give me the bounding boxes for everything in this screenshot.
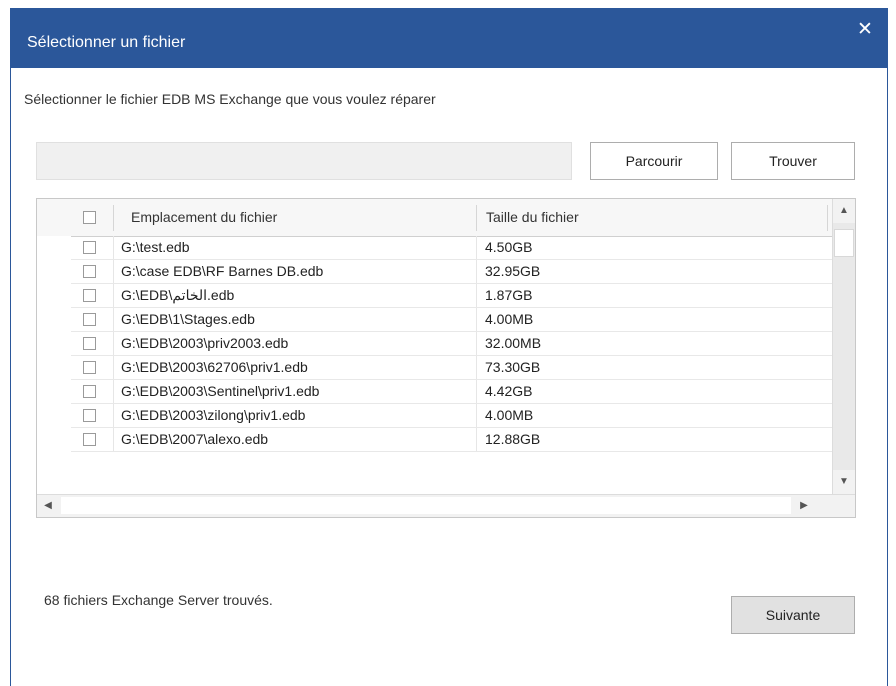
file-path-input[interactable] <box>36 142 572 180</box>
row-checkbox[interactable] <box>83 409 96 422</box>
row-checkbox[interactable] <box>83 289 96 302</box>
file-size-cell: 4.42GB <box>485 383 533 399</box>
row-checkbox[interactable] <box>83 433 96 446</box>
grid-header: Emplacement du fichier Taille du fichier <box>37 199 832 237</box>
file-size-cell: 32.00MB <box>485 335 542 351</box>
select-all-checkbox[interactable] <box>83 211 96 224</box>
title-bar: Sélectionner un fichier ✕ <box>11 8 887 68</box>
row-checkbox[interactable] <box>83 265 96 278</box>
file-path-cell: G:\test.edb <box>121 239 190 255</box>
row-checkbox[interactable] <box>83 313 96 326</box>
table-row[interactable]: G:\EDB\2003\zilong\priv1.edb 4.00MB <box>37 404 832 428</box>
column-divider <box>113 205 114 231</box>
file-size-cell: 4.50GB <box>485 239 533 255</box>
file-path-cell: G:\EDB\2007\alexo.edb <box>121 431 269 447</box>
table-row[interactable]: G:\EDB\2003\priv2003.edb 32.00MB <box>37 332 832 356</box>
table-row[interactable]: G:\EDB\2007\alexo.edb 12.88GB <box>37 428 832 452</box>
horizontal-scrollbar[interactable]: ◀ ▶ <box>37 494 855 517</box>
table-row[interactable]: G:\case EDB\RF Barnes DB.edb 32.95GB <box>37 260 832 284</box>
file-size-cell: 4.00MB <box>485 407 534 423</box>
next-button[interactable]: Suivante <box>731 596 855 634</box>
file-path-cell: G:\EDB\2003\62706\priv1.edb <box>121 359 308 375</box>
file-path-cell: G:\EDB\2003\Sentinel\priv1.edb <box>121 383 320 399</box>
column-divider <box>827 205 828 231</box>
file-size-cell: 4.00MB <box>485 311 534 327</box>
browse-button[interactable]: Parcourir <box>590 142 718 180</box>
close-icon[interactable]: ✕ <box>855 20 875 40</box>
scroll-down-icon[interactable]: ▼ <box>833 470 855 494</box>
scroll-left-icon[interactable]: ◀ <box>37 495 59 517</box>
table-row[interactable]: G:\EDB\1\Stages.edb 4.00MB <box>37 308 832 332</box>
file-size-cell: 1.87GB <box>485 287 533 303</box>
table-row[interactable]: G:\EDB\2003\62706\priv1.edb 73.30GB <box>37 356 832 380</box>
file-path-cell: G:\EDB\2003\priv2003.edb <box>121 335 289 351</box>
vertical-scrollbar[interactable]: ▲ ▼ <box>832 199 855 494</box>
file-size-cell: 12.88GB <box>485 431 541 447</box>
column-divider <box>476 205 477 231</box>
file-size-cell: 73.30GB <box>485 359 541 375</box>
status-text: 68 fichiers Exchange Server trouvés. <box>44 592 273 608</box>
table-row[interactable]: G:\EDB\2003\Sentinel\priv1.edb 4.42GB <box>37 380 832 404</box>
file-path-cell: G:\EDB\2003\zilong\priv1.edb <box>121 407 306 423</box>
file-size-cell: 32.95GB <box>485 263 541 279</box>
file-path-cell: G:\EDB\1\Stages.edb <box>121 311 255 327</box>
row-checkbox[interactable] <box>83 241 96 254</box>
scroll-right-icon[interactable]: ▶ <box>793 495 815 517</box>
table-row[interactable]: G:\test.edb 4.50GB <box>37 236 832 260</box>
column-header-size[interactable]: Taille du fichier <box>486 199 579 236</box>
vertical-scroll-thumb[interactable] <box>834 229 854 257</box>
horizontal-scroll-thumb[interactable] <box>61 497 791 514</box>
file-grid: Emplacement du fichier Taille du fichier… <box>36 198 856 518</box>
row-checkbox[interactable] <box>83 361 96 374</box>
file-path-cell: G:\EDB\الخاتم.edb <box>121 287 235 303</box>
scroll-up-icon[interactable]: ▲ <box>833 199 855 223</box>
instruction-text: Sélectionner le fichier EDB MS Exchange … <box>24 91 436 107</box>
row-checkbox[interactable] <box>83 385 96 398</box>
dialog-title: Sélectionner un fichier <box>27 34 186 51</box>
row-checkbox[interactable] <box>83 337 96 350</box>
file-path-cell: G:\case EDB\RF Barnes DB.edb <box>121 263 324 279</box>
column-header-location[interactable]: Emplacement du fichier <box>131 199 277 236</box>
find-button[interactable]: Trouver <box>731 142 855 180</box>
table-row[interactable]: G:\EDB\الخاتم.edb 1.87GB <box>37 284 832 308</box>
